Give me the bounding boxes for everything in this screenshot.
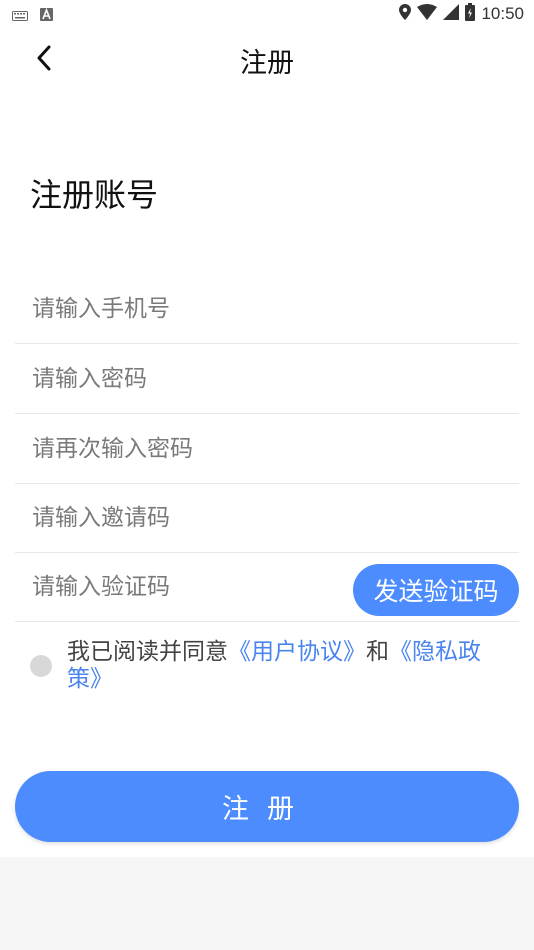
battery-icon xyxy=(465,3,476,25)
verify-code-input[interactable] xyxy=(30,551,364,623)
verify-code-field-row: 发送验证码 xyxy=(15,551,519,623)
send-code-button[interactable]: 发送验证码 xyxy=(353,564,519,616)
user-agreement-link[interactable]: 《用户协议》 xyxy=(228,639,366,665)
signal-icon xyxy=(443,4,460,24)
password-input[interactable] xyxy=(30,343,364,415)
wifi-icon xyxy=(417,4,438,24)
phone-field-row xyxy=(15,273,519,345)
confirm-password-input[interactable] xyxy=(30,413,364,485)
password-field-row xyxy=(15,343,519,415)
status-right: 10:50 xyxy=(399,3,524,25)
status-time: 10:50 xyxy=(481,4,524,23)
status-bar: 10:50 xyxy=(0,0,534,28)
invite-code-field-row xyxy=(15,482,519,554)
register-heading: 注册账号 xyxy=(30,176,159,214)
status-left xyxy=(12,6,53,25)
invite-code-input[interactable] xyxy=(30,482,364,554)
agreement-conjunction: 和 xyxy=(366,639,389,665)
page-title: 注册 xyxy=(240,48,294,79)
confirm-password-field-row xyxy=(15,413,519,485)
agreement-text: 我已阅读并同意《用户协议》和《隐私政策》 xyxy=(67,639,510,693)
phone-input[interactable] xyxy=(30,273,364,345)
location-icon xyxy=(399,4,412,24)
register-screen: 10:50 注册 注册账号 发送验证码 我已阅读并同意《用户协议》和《隐私政策》… xyxy=(0,0,534,857)
keyboard-icon xyxy=(12,6,28,25)
app-notification-icon xyxy=(40,6,53,25)
agreement-prefix: 我已阅读并同意 xyxy=(67,639,228,665)
register-button[interactable]: 注册 xyxy=(15,771,519,842)
agreement-checkbox[interactable] xyxy=(30,655,52,677)
